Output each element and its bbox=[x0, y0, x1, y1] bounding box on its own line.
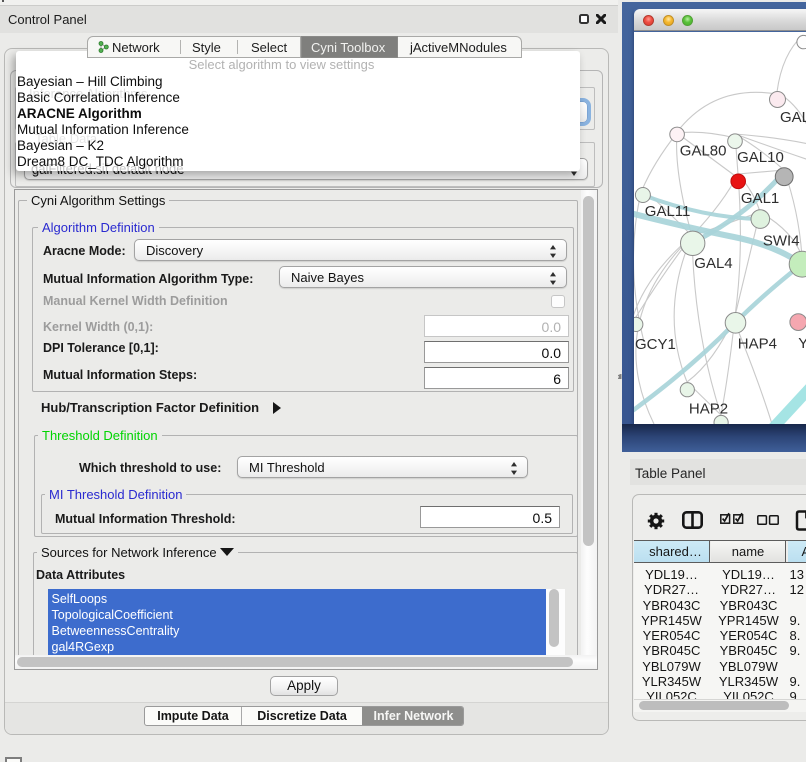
svg-text:GAL80: GAL80 bbox=[680, 143, 727, 160]
svg-text:GAL11: GAL11 bbox=[645, 203, 691, 220]
svg-text:GAL4: GAL4 bbox=[694, 255, 732, 272]
svg-text:GCY1: GCY1 bbox=[635, 336, 676, 353]
svg-text:YD: YD bbox=[798, 335, 806, 352]
svg-text:HAP4: HAP4 bbox=[738, 336, 777, 353]
svg-text:GAL7: GAL7 bbox=[780, 109, 806, 126]
svg-text:GAL10: GAL10 bbox=[737, 149, 784, 166]
svg-text:SWI4: SWI4 bbox=[763, 233, 800, 250]
svg-text:HAP2: HAP2 bbox=[689, 401, 728, 418]
svg-text:GAL1: GAL1 bbox=[741, 190, 779, 207]
